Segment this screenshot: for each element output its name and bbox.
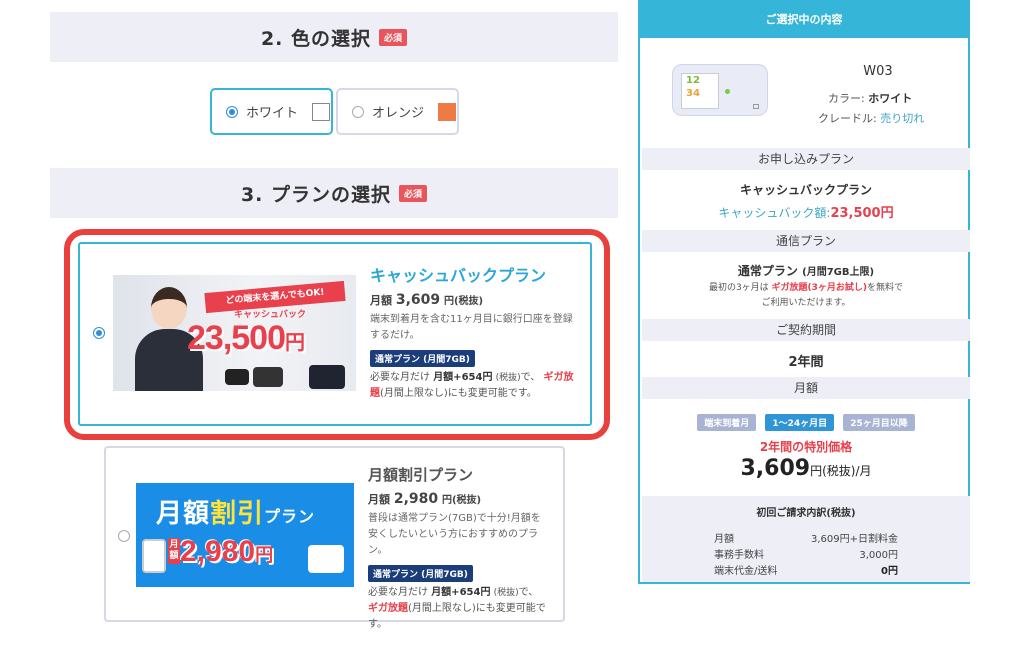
- color-option-white[interactable]: ホワイト: [210, 88, 333, 135]
- fee-tab[interactable]: 25ヶ月目以降: [843, 414, 915, 431]
- breakdown-row: 月額 3,609円+日割料金: [714, 534, 898, 545]
- breakdown-title: 初回ご請求内訳(税抜): [756, 508, 856, 519]
- plan-summary-section: お申し込みプラン: [642, 148, 970, 170]
- monthly-fee-section: 月額: [642, 377, 970, 399]
- radio-icon[interactable]: [118, 530, 130, 542]
- model-name: W03: [863, 64, 893, 79]
- special-price: 3,609円(税抜)/月: [740, 456, 872, 481]
- comm-plan-name: 通常プラン (月間7GB上限): [737, 264, 875, 278]
- contract-term-section: ご契約期間: [642, 319, 970, 341]
- breakdown-row: 端末代金/送料 0円: [714, 566, 898, 577]
- device-icon: [308, 545, 344, 573]
- device-icon: [309, 365, 345, 389]
- white-swatch-icon: [312, 102, 331, 121]
- color-option-orange[interactable]: オレンジ: [336, 88, 459, 135]
- monthly-price: 月額 2,980 円(税抜): [368, 491, 482, 507]
- fee-period-tabs: 端末到着月 1〜24ヶ月目 25ヶ月目以降: [642, 411, 970, 431]
- plan-info-cashback: キャッシュバックプラン 月額 3,609 円(税抜) 端末到着月を含む11ヶ月目…: [370, 262, 575, 402]
- color-option-label: オレンジ: [372, 106, 425, 121]
- required-badge: 必須: [399, 184, 428, 202]
- color-option-label: ホワイト: [246, 106, 299, 121]
- plan-note: 必要な月だけ 月額+654円 (税抜)で、 ギガ放題(月間上限なし)にも変更可能…: [368, 587, 546, 630]
- plan-tag: 通常プラン (月間7GB): [370, 350, 475, 367]
- plan-name: 月額割引プラン: [368, 466, 474, 484]
- plan-description: 普段は通常プラン(7GB)で十分!月額を安くしたいという方におすすめのプラン。: [368, 513, 541, 556]
- banner-title: 月額割引プラン: [156, 498, 316, 528]
- fee-tab-active[interactable]: 1〜24ヶ月目: [765, 414, 835, 431]
- radio-icon[interactable]: [352, 105, 364, 118]
- special-price-label: 2年間の特別価格: [759, 440, 853, 454]
- router-image: 12 34: [672, 64, 768, 116]
- comm-plan-note: 最初の3ヶ月は ギガ放題(3ヶ月お試し)を無料で ご利用いただけます。: [708, 283, 904, 308]
- required-badge: 必須: [379, 28, 408, 46]
- order-summary-panel: ご選択中の内容 12 34 W03 カラー: ホワイト クレードル: 売り切れ お…: [638, 0, 970, 584]
- router-screen: 12 34: [681, 73, 719, 109]
- device-icon: [142, 539, 166, 573]
- discount-banner-image: 月額割引プラン 月額 2,980円: [136, 483, 354, 587]
- radio-selected-icon[interactable]: [226, 105, 238, 118]
- monthly-price: 月額 3,609 円(税抜): [370, 292, 484, 308]
- plan-section-header: 3. プランの選択 必須: [50, 168, 618, 218]
- color-summary: カラー: ホワイト: [828, 92, 913, 105]
- banner-price: 23,500円: [187, 319, 305, 357]
- radio-selected-icon[interactable]: [93, 327, 105, 339]
- cashback-banner-image: どの端末を選んでもOK! キャッシュバック 23,500円: [113, 275, 356, 391]
- plan-section-title: 3. プランの選択: [240, 183, 392, 206]
- orange-swatch-icon: [438, 102, 457, 121]
- color-section-title: 2. 色の選択: [260, 27, 372, 50]
- plan-description: 端末到着月を含む11ヶ月目に銀行口座を登録するだけ。: [370, 314, 573, 341]
- banner-price: 2,980円: [180, 535, 274, 568]
- comm-plan-section: 通信プラン: [642, 230, 970, 252]
- device-icon: [225, 369, 249, 385]
- contract-term-value: 2年間: [788, 355, 824, 370]
- plan-info-monthly-discount: 月額割引プラン 月額 2,980 円(税抜) 普段は通常プラン(7GB)で十分!…: [368, 464, 548, 633]
- plan-summary-name: キャッシュバックプラン: [739, 183, 872, 197]
- device-icon: [253, 367, 283, 387]
- color-section-header: 2. 色の選択 必須: [50, 12, 618, 62]
- plan-name: キャッシュバックプラン: [370, 266, 547, 285]
- cradle-summary: クレードル: 売り切れ: [818, 112, 925, 125]
- breakdown-row: 事務手数料 3,000円: [714, 550, 898, 561]
- summary-header: ご選択中の内容: [640, 2, 968, 38]
- fee-tab[interactable]: 端末到着月: [697, 414, 757, 431]
- banner-left-label: 月額: [168, 538, 180, 564]
- plan-tag: 通常プラン (月間7GB): [368, 565, 473, 582]
- cashback-amount: キャッシュバック額:23,500円: [718, 206, 894, 221]
- plan-note: 必要な月だけ 月額+654円 (税抜)で、 ギガ放題(月間上限なし)にも変更可能…: [370, 372, 574, 399]
